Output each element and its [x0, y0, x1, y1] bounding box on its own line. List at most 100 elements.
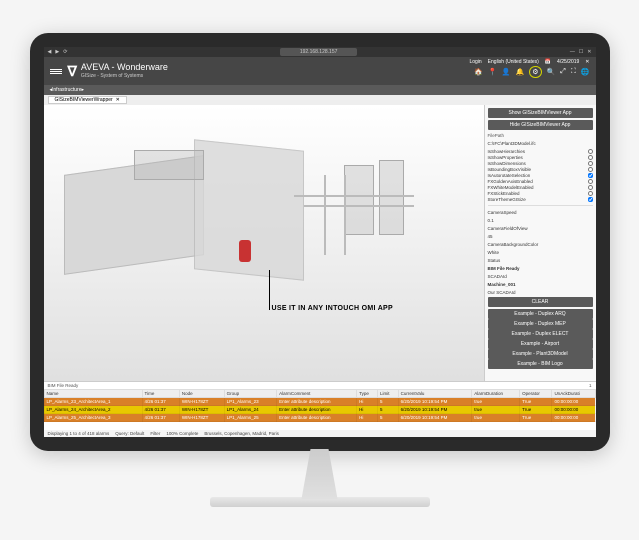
prop-label: StoreThemeGISize: [488, 197, 526, 202]
prop-label: FXStickEnabled: [488, 191, 520, 196]
pin-icon[interactable]: 📍: [488, 68, 497, 76]
col-header[interactable]: CurrentValu: [398, 390, 472, 398]
prop-checkbox[interactable]: [588, 179, 593, 184]
col-header[interactable]: AlarmDuration: [472, 390, 520, 398]
hamburger-icon[interactable]: [50, 69, 62, 74]
home-icon[interactable]: 🏠: [474, 68, 483, 76]
hide-app-button[interactable]: Hide GISizeBIMViewer App: [488, 120, 593, 130]
footer-query: Query: Default: [115, 431, 144, 436]
cam-bg-value: White: [488, 250, 500, 255]
cell: 5: [378, 414, 399, 422]
prop-checkbox[interactable]: [588, 161, 593, 166]
cell: 00:00:00:00: [552, 398, 595, 406]
example-button[interactable]: Example - BIM Logo: [488, 359, 593, 369]
cell: Enter attribute description: [277, 398, 357, 406]
tab-close-icon[interactable]: ✕: [116, 97, 120, 103]
3d-model: [44, 105, 484, 381]
prop-checkbox[interactable]: [588, 149, 593, 154]
properties-panel: Show GISizeBIMViewer App Hide GISizeBIMV…: [484, 105, 596, 381]
cell: 4/26 01:37: [142, 414, 179, 422]
col-header[interactable]: Node: [179, 390, 224, 398]
col-header[interactable]: Group: [224, 390, 277, 398]
prop-checkbox[interactable]: [588, 173, 593, 178]
filepath-label: FilePath: [488, 133, 593, 138]
prop-label: FXGoldenAxisEnabled: [488, 179, 533, 184]
prop-checkbox[interactable]: [588, 191, 593, 196]
col-header[interactable]: Name: [44, 390, 142, 398]
example-button[interactable]: Example - Duplex ARQ: [488, 309, 593, 319]
cam-fov-value: 45: [488, 234, 493, 239]
monitor-stand-neck: [290, 449, 350, 499]
window-close-icon[interactable]: ✕: [585, 59, 589, 65]
selected-object[interactable]: [239, 240, 251, 262]
fullscreen-icon[interactable]: ⛶: [571, 68, 576, 76]
cell: 6/20/2019 10:19:54 PM: [398, 414, 472, 422]
show-app-button[interactable]: Show GISizeBIMViewer App: [488, 108, 593, 118]
cell: LP1_Alarms_23: [224, 398, 277, 406]
example-button[interactable]: Example - Airport: [488, 339, 593, 349]
table-row[interactable]: LP_Alarms_24_ArchitectArea_24/26 01:37WI…: [44, 406, 595, 414]
col-header[interactable]: UnAckDurati: [552, 390, 595, 398]
reload-icon[interactable]: ⟳: [63, 49, 67, 55]
bell-icon[interactable]: 🔔: [516, 68, 525, 76]
cell: Hi: [357, 406, 378, 414]
date-label: 4/25/2019: [557, 59, 579, 65]
example-button[interactable]: Example - Plant3DModel: [488, 349, 593, 359]
alarm-footer: Displaying 1 to 4 of 418 alarms Query: D…: [44, 430, 596, 437]
cell: 4/26 01:37: [142, 406, 179, 414]
prop-checkbox[interactable]: [588, 197, 593, 202]
app-screen: ◀ ▶ ⟳ 192.168.128.157 — ☐ ✕ ∇ AVEVA - Wo…: [44, 47, 596, 437]
col-header[interactable]: Time: [142, 390, 179, 398]
breadcrumb-item[interactable]: Infrastructure: [52, 87, 81, 93]
footer-tz: Brussels, Copenhagen, Madrid, Paris: [204, 431, 279, 436]
status-value: BIM File Ready: [488, 266, 520, 271]
monitor-mockup: ◀ ▶ ⟳ 192.168.128.157 — ☐ ✕ ∇ AVEVA - Wo…: [30, 33, 610, 507]
prop-row: StoreThemeGISize: [488, 196, 593, 202]
prop-checkbox[interactable]: [588, 185, 593, 190]
cam-fov-label: CameraFieldOfView: [488, 226, 528, 231]
col-header[interactable]: AlarmComment: [277, 390, 357, 398]
clear-button[interactable]: CLEAR: [488, 297, 593, 307]
app-header: ∇ AVEVA - Wonderware GISize - System of …: [44, 57, 596, 85]
forward-icon[interactable]: ▶: [55, 49, 59, 55]
cell: True: [520, 398, 552, 406]
alarm-status: BIM File Ready: [48, 383, 79, 388]
cell: True: [520, 414, 552, 422]
table-row[interactable]: LP_Alarms_23_ArchitectArea_14/26 01:37WI…: [44, 398, 595, 406]
cell: 4/26 01:37: [142, 398, 179, 406]
cell: 00:00:00:00: [552, 406, 595, 414]
status-label: Status: [488, 258, 501, 263]
cell: 5: [378, 398, 399, 406]
col-header[interactable]: Limit: [378, 390, 399, 398]
close-icon[interactable]: ✕: [587, 49, 591, 55]
back-icon[interactable]: ◀: [48, 49, 52, 55]
prop-checkbox[interactable]: [588, 155, 593, 160]
highlighted-tool-icon[interactable]: ⚙: [529, 66, 541, 78]
calendar-icon[interactable]: 📅: [545, 59, 551, 65]
example-button[interactable]: Example - Duplex MEP: [488, 319, 593, 329]
search-icon[interactable]: 🔍: [547, 68, 556, 76]
prop-label: FXWhiteModelEnabled: [488, 185, 534, 190]
max-icon[interactable]: ☐: [579, 49, 583, 55]
cell: true: [472, 398, 520, 406]
table-row[interactable]: LP_Alarms_25_ArchitectArea_34/26 01:37WI…: [44, 414, 595, 422]
cell: 6/20/2019 10:19:54 PM: [398, 398, 472, 406]
col-header[interactable]: Operator: [520, 390, 552, 398]
login-link[interactable]: Login: [469, 59, 481, 65]
expand-icon[interactable]: ⤢: [560, 68, 566, 76]
app-subtitle: GISize - System of Systems: [81, 73, 168, 79]
min-icon[interactable]: —: [570, 49, 575, 55]
example-button[interactable]: Example - Duplex ELECT: [488, 329, 593, 339]
col-header[interactable]: Type: [357, 390, 378, 398]
3d-viewport[interactable]: USE IT IN ANY INTOUCH OMI APP: [44, 105, 484, 381]
user-icon[interactable]: 👤: [502, 68, 511, 76]
tab-bimviewer[interactable]: GISizeBIMViewerWrapper ✕: [48, 96, 127, 104]
breadcrumb[interactable]: ◂ Infrastructure ▸: [44, 85, 596, 95]
footer-filter[interactable]: Filter: [150, 431, 160, 436]
filepath-value: C:\IFC\Plant3DModel.ifc: [488, 140, 593, 146]
prop-checkbox[interactable]: [588, 167, 593, 172]
globe-icon[interactable]: 🌐: [581, 68, 590, 76]
address-bar[interactable]: 192.168.128.157: [280, 48, 358, 56]
locale-label[interactable]: English (United States): [488, 59, 539, 65]
screen-bezel: ◀ ▶ ⟳ 192.168.128.157 — ☐ ✕ ∇ AVEVA - Wo…: [30, 33, 610, 451]
